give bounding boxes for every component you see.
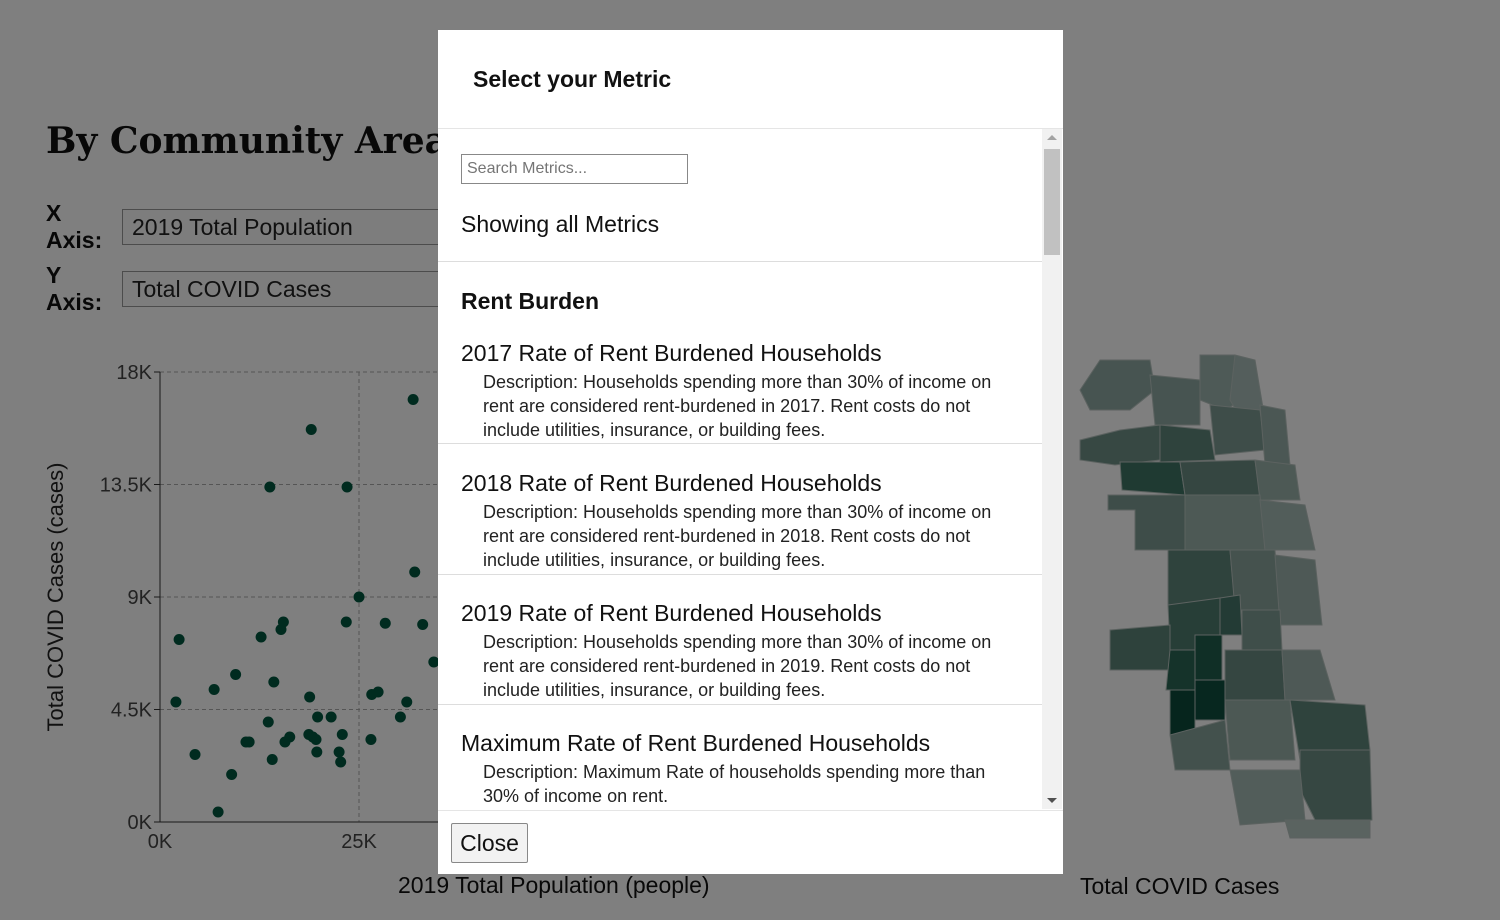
showing-status: Showing all Metrics [461, 211, 660, 237]
metric-name: 2018 Rate of Rent Burdened Households [461, 470, 882, 496]
search-metrics-input[interactable] [461, 154, 688, 184]
category-heading: Rent Burden [461, 288, 599, 314]
modal-footer: Close [438, 810, 1063, 875]
metric-description: Description: Households spending more th… [483, 632, 992, 700]
metric-name: 2017 Rate of Rent Burdened Households [461, 340, 882, 366]
metric-description: Description: Maximum Rate of households … [483, 762, 986, 806]
modal-scrollbar[interactable] [1042, 129, 1062, 809]
divider [438, 261, 1042, 262]
metric-item[interactable]: 2018 Rate of Rent Burdened Households De… [438, 469, 1042, 575]
modal-body: Showing all Metrics Rent Burden 2017 Rat… [438, 129, 1042, 810]
metric-item[interactable]: Maximum Rate of Rent Burdened Households… [438, 729, 1042, 810]
scroll-thumb[interactable] [1044, 149, 1060, 255]
scroll-down-arrow-icon[interactable] [1047, 798, 1057, 803]
scroll-up-arrow-icon[interactable] [1047, 135, 1057, 140]
metric-item[interactable]: 2017 Rate of Rent Burdened Households De… [438, 339, 1042, 444]
metric-name: Maximum Rate of Rent Burdened Households [461, 730, 931, 756]
metric-description: Description: Households spending more th… [483, 502, 992, 570]
modal-header: Select your Metric [438, 30, 1063, 129]
metric-description: Description: Households spending more th… [483, 372, 992, 440]
modal-title: Select your Metric [473, 66, 672, 92]
metric-modal: Select your Metric Showing all Metrics R… [438, 30, 1063, 874]
close-button[interactable]: Close [451, 823, 528, 863]
metric-name: 2019 Rate of Rent Burdened Households [461, 600, 882, 626]
metric-item[interactable]: 2019 Rate of Rent Burdened Households De… [438, 599, 1042, 705]
